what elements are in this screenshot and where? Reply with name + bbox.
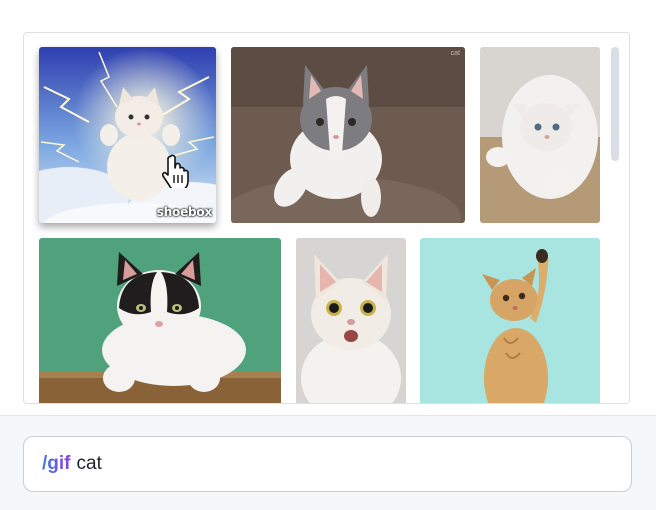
- gif-tile-tabby-reaching-cat[interactable]: [420, 238, 600, 403]
- gif-corner-mark: cat: [450, 50, 460, 57]
- gif-image: [39, 47, 216, 223]
- gif-tile-gray-white-cat[interactable]: cat: [231, 47, 465, 223]
- message-input[interactable]: /gif cat: [23, 436, 632, 492]
- gif-tile-lightning-cat[interactable]: shoebox: [39, 47, 216, 223]
- gif-command-prefix: /gif: [42, 453, 71, 474]
- gif-image: [480, 47, 600, 223]
- gif-image: [231, 47, 465, 223]
- gif-image: [39, 238, 281, 403]
- gif-tile-tuxedo-cat[interactable]: [39, 238, 281, 403]
- gif-image: [296, 238, 406, 403]
- composer-bar: /gif cat: [0, 415, 656, 510]
- hand-pointer-icon: [162, 154, 190, 188]
- gif-tile-surprised-cat[interactable]: [296, 238, 406, 403]
- results-scrollbar-thumb[interactable]: [611, 47, 619, 161]
- gif-results-panel[interactable]: shoebox cat: [23, 32, 630, 404]
- gif-image: [420, 238, 600, 403]
- gif-tile-white-rolling-cat[interactable]: [480, 47, 600, 223]
- gif-watermark: shoebox: [156, 205, 212, 219]
- gif-search-query: cat: [76, 453, 102, 474]
